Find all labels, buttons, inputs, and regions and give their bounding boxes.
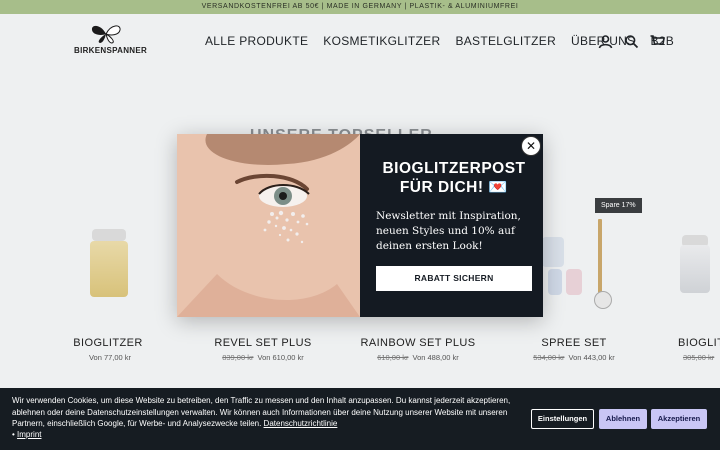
cookie-banner: Wir verwenden Cookies, um diese Website … <box>0 388 720 450</box>
announcement-bar: VERSANDKOSTENFREI AB 50€ | MADE IN GERMA… <box>0 0 720 14</box>
privacy-link[interactable]: Datenschutzrichtlinie <box>264 419 338 428</box>
sale-badge: Spare 17% <box>595 198 642 213</box>
user-icon[interactable] <box>598 34 613 49</box>
nav-alle-produkte[interactable]: ALLE PRODUKTE <box>205 34 308 48</box>
site-header: BIRKENSPANNER ALLE PRODUKTE KOSMETIKGLIT… <box>0 14 720 70</box>
logo[interactable]: BIRKENSPANNER <box>74 24 148 64</box>
product-title[interactable]: BIOGLITZER <box>644 337 720 349</box>
nav-bastelglitzer[interactable]: BASTELGLITZER <box>455 34 556 48</box>
modal-content: BIOGLITZERPOST FÜR DICH! 💌 Newsletter mi… <box>360 134 543 317</box>
newsletter-modal: BIOGLITZERPOST FÜR DICH! 💌 Newsletter mi… <box>177 134 543 317</box>
cookie-settings-button[interactable]: Einstellungen <box>531 409 594 429</box>
cart-icon[interactable] <box>650 34 665 49</box>
product-price: Von 77,00 kr <box>88 353 132 362</box>
product-image[interactable] <box>644 215 720 325</box>
header-icons <box>598 34 665 49</box>
modal-image <box>177 134 360 317</box>
modal-description: Newsletter mit Inspiration, neuen Styles… <box>376 210 521 252</box>
imprint: • Imprint <box>12 430 42 439</box>
cookie-text: Wir verwenden Cookies, um diese Website … <box>12 396 511 428</box>
product-price: 305,00 kr <box>683 353 715 362</box>
search-icon[interactable] <box>624 34 639 49</box>
product-price: 610,00 kr Von 488,00 kr <box>377 353 459 362</box>
cookie-decline-button[interactable]: Ablehnen <box>599 409 647 429</box>
butterfly-icon <box>74 24 138 44</box>
product-card[interactable]: BIOGLITZER Von 77,00 kr <box>38 215 178 362</box>
product-price: 534,00 kr Von 443,00 kr <box>533 353 615 362</box>
product-image[interactable] <box>38 215 178 325</box>
product-title[interactable]: RAINBOW SET PLUS <box>348 337 488 349</box>
imprint-link[interactable]: Imprint <box>17 430 41 439</box>
product-title[interactable]: REVEL SET PLUS <box>193 337 333 349</box>
nav-kosmetikglitzer[interactable]: KOSMETIKGLITZER <box>323 34 440 48</box>
product-title[interactable]: BIOGLITZER <box>38 337 178 349</box>
cookie-accept-button[interactable]: Akzeptieren <box>651 409 707 429</box>
claim-discount-button[interactable]: RABATT SICHERN <box>376 266 532 291</box>
product-title[interactable]: SPREE SET <box>504 337 644 349</box>
modal-title: BIOGLITZERPOST FÜR DICH! 💌 <box>382 160 526 196</box>
product-price: 839,00 kr Von 610,00 kr <box>222 353 304 362</box>
product-card[interactable]: BIOGLITZER 305,00 kr <box>644 215 720 362</box>
close-icon[interactable]: ✕ <box>521 136 541 156</box>
logo-text: BIRKENSPANNER <box>74 46 148 55</box>
